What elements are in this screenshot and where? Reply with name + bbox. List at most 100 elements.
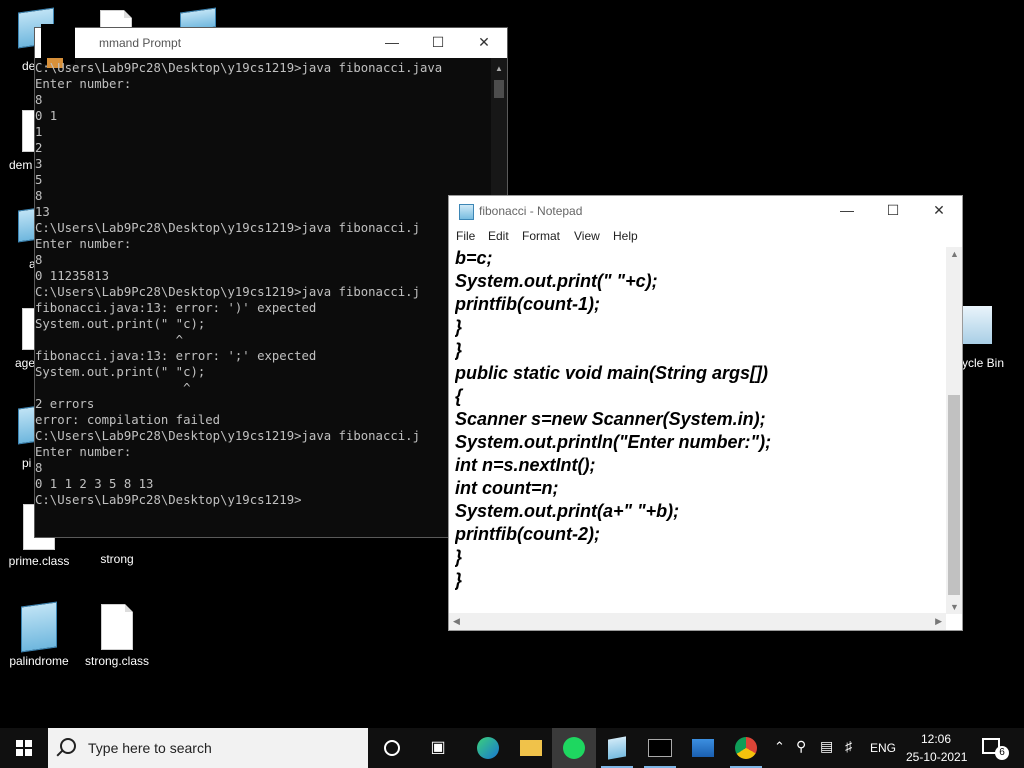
cmd-icon xyxy=(648,738,672,757)
desktop-label-partial: age xyxy=(15,356,36,370)
notepad-code-line: Scanner s=new Scanner(System.in); xyxy=(455,409,766,429)
cmd-output-line: 8 xyxy=(35,93,43,107)
cortana-icon xyxy=(384,739,400,756)
notepad-code-line: int count=n; xyxy=(455,478,559,498)
cmd-output-line: 13 xyxy=(35,205,50,219)
notepad-taskbar-button[interactable] xyxy=(595,728,639,768)
desktop-icon-palindrome[interactable]: palindrome xyxy=(0,601,78,668)
notepad-code-line: System.out.print(a+" "+b); xyxy=(455,501,680,521)
cmd-output-line: 0 11235813 xyxy=(35,269,110,283)
chrome-button[interactable] xyxy=(724,728,768,768)
notepad-menubar: File Edit Format View Help xyxy=(449,226,962,246)
notepad-title: fibonacci - Notepad xyxy=(479,204,583,218)
start-button[interactable] xyxy=(0,728,48,768)
recycle-bin-icon[interactable] xyxy=(962,306,992,344)
search-placeholder: Type here to search xyxy=(88,740,212,756)
notepad-app-icon xyxy=(459,204,474,220)
close-button[interactable]: ✕ xyxy=(461,28,507,58)
scroll-right-arrow-icon[interactable]: ▶ xyxy=(935,616,942,627)
maximize-button[interactable]: ☐ xyxy=(415,28,461,58)
cmd-output-line: 8 xyxy=(35,253,43,267)
notepad-file-icon xyxy=(21,601,57,653)
notepad-titlebar[interactable]: fibonacci - Notepad — ☐ ✕ xyxy=(449,196,962,226)
notepad-code-line: System.out.print(" "+c); xyxy=(455,271,658,291)
notepad-icon xyxy=(608,736,626,760)
cmd-output-line: System.out.print(" "c); xyxy=(35,365,206,379)
windows-logo-icon xyxy=(16,739,32,756)
cortana-button[interactable] xyxy=(370,728,414,768)
cmd-output-line: 2 xyxy=(35,141,43,155)
scroll-thumb[interactable] xyxy=(494,80,504,98)
recycle-bin-label: ycle Bin xyxy=(962,356,1005,370)
menu-format[interactable]: Format xyxy=(522,229,560,243)
file-explorer-button[interactable] xyxy=(509,728,553,768)
clock-time[interactable]: 12:06 xyxy=(921,732,951,746)
notepad-code-line: b=c; xyxy=(455,248,493,268)
cmd-output-line: C:\Users\Lab9Pc28\Desktop\y19cs1219>java… xyxy=(35,285,420,299)
cmd-output-line: 0 1 xyxy=(35,109,58,123)
cmd-taskbar-button[interactable] xyxy=(638,728,682,768)
cmd-output[interactable]: C:\Users\Lab9Pc28\Desktop\y19cs1219>java… xyxy=(35,58,491,537)
menu-view[interactable]: View xyxy=(574,229,600,243)
scroll-up-arrow-icon[interactable]: ▲ xyxy=(495,64,503,73)
spotify-button[interactable] xyxy=(552,728,596,768)
desktop-label-partial: pi xyxy=(22,456,32,470)
cmd-output-line: 8 xyxy=(35,461,43,475)
menu-file[interactable]: File xyxy=(456,229,475,243)
notepad-code-line: int n=s.nextInt(); xyxy=(455,455,596,475)
notepad-code-line: } xyxy=(455,570,463,590)
cmd-output-line: fibonacci.java:13: error: ';' expected xyxy=(35,349,317,363)
photos-icon xyxy=(692,738,714,757)
notepad-horizontal-scrollbar[interactable]: ◀ ▶ xyxy=(449,613,946,630)
task-view-button[interactable]: ▣ xyxy=(416,728,460,768)
search-icon xyxy=(60,738,76,754)
close-button[interactable]: ✕ xyxy=(916,196,962,226)
language-indicator[interactable]: ENG xyxy=(870,741,896,755)
people-icon[interactable]: ⚲ xyxy=(796,738,806,755)
scroll-up-arrow-icon[interactable]: ▲ xyxy=(950,249,959,259)
chevron-up-icon[interactable]: ⌃ xyxy=(774,739,785,755)
cmd-output-line: 5 xyxy=(35,173,43,187)
desktop-icon-label: prime.class xyxy=(8,554,70,568)
taskbar: Type here to search ▣ ⌃ ⚲ ▤ ♯ ENG 12:06 … xyxy=(0,728,1024,768)
cmd-titlebar[interactable]: mmand Prompt — ☐ ✕ xyxy=(35,24,507,68)
cmd-output-line: ^ xyxy=(35,381,191,395)
notepad-vertical-scrollbar[interactable]: ▲ ▼ xyxy=(946,247,962,614)
cmd-output-line: 8 xyxy=(35,189,43,203)
edge-button[interactable] xyxy=(466,728,510,768)
cmd-output-line: C:\Users\Lab9Pc28\Desktop\y19cs1219>java… xyxy=(35,221,420,235)
search-box[interactable]: Type here to search xyxy=(48,728,368,768)
notepad-window[interactable]: fibonacci - Notepad — ☐ ✕ File Edit Form… xyxy=(448,195,963,631)
desktop-icon-strong-class[interactable]: strong.class xyxy=(78,604,156,668)
scroll-down-arrow-icon[interactable]: ▼ xyxy=(950,602,959,612)
desktop-icon-label: palindrome xyxy=(9,654,69,668)
photos-button[interactable] xyxy=(681,728,725,768)
cmd-output-line: 2 errors xyxy=(35,397,95,411)
cmd-output-line: C:\Users\Lab9Pc28\Desktop\y19cs1219>java… xyxy=(35,429,420,443)
clock-date[interactable]: 25-10-2021 xyxy=(906,750,967,764)
scroll-thumb[interactable] xyxy=(948,395,960,595)
cmd-output-line: Enter number: xyxy=(35,77,132,91)
network-icon[interactable]: ▤ xyxy=(820,738,833,755)
menu-edit[interactable]: Edit xyxy=(488,229,509,243)
minimize-button[interactable]: — xyxy=(369,28,415,58)
notepad-code-line: public static void main(String args[]) xyxy=(455,363,769,383)
edge-icon xyxy=(477,736,499,759)
file-icon xyxy=(101,604,133,650)
maximize-button[interactable]: ☐ xyxy=(870,196,916,226)
cmd-title: mmand Prompt xyxy=(99,36,182,50)
command-prompt-window[interactable]: mmand Prompt — ☐ ✕ C:\Users\Lab9Pc28\Des… xyxy=(34,24,508,538)
volume-muted-icon[interactable]: ♯ xyxy=(845,738,852,754)
notification-count-badge: 6 xyxy=(995,746,1009,760)
minimize-button[interactable]: — xyxy=(824,196,870,226)
cmd-output-line: fibonacci.java:13: error: ')' expected xyxy=(35,301,317,315)
notepad-text-area[interactable]: b=c; System.out.print(" "+c); printfib(cou… xyxy=(455,247,943,613)
spotify-icon xyxy=(563,736,585,759)
desktop-icon-label: strong xyxy=(100,552,134,566)
cmd-output-line: C:\Users\Lab9Pc28\Desktop\y19cs1219>java… xyxy=(35,61,443,75)
cmd-output-line: error: compilation failed xyxy=(35,413,221,427)
menu-help[interactable]: Help xyxy=(613,229,638,243)
cmd-output-line: ^ xyxy=(35,333,184,347)
notepad-code-line: } xyxy=(455,317,463,337)
scroll-left-arrow-icon[interactable]: ◀ xyxy=(453,616,460,627)
